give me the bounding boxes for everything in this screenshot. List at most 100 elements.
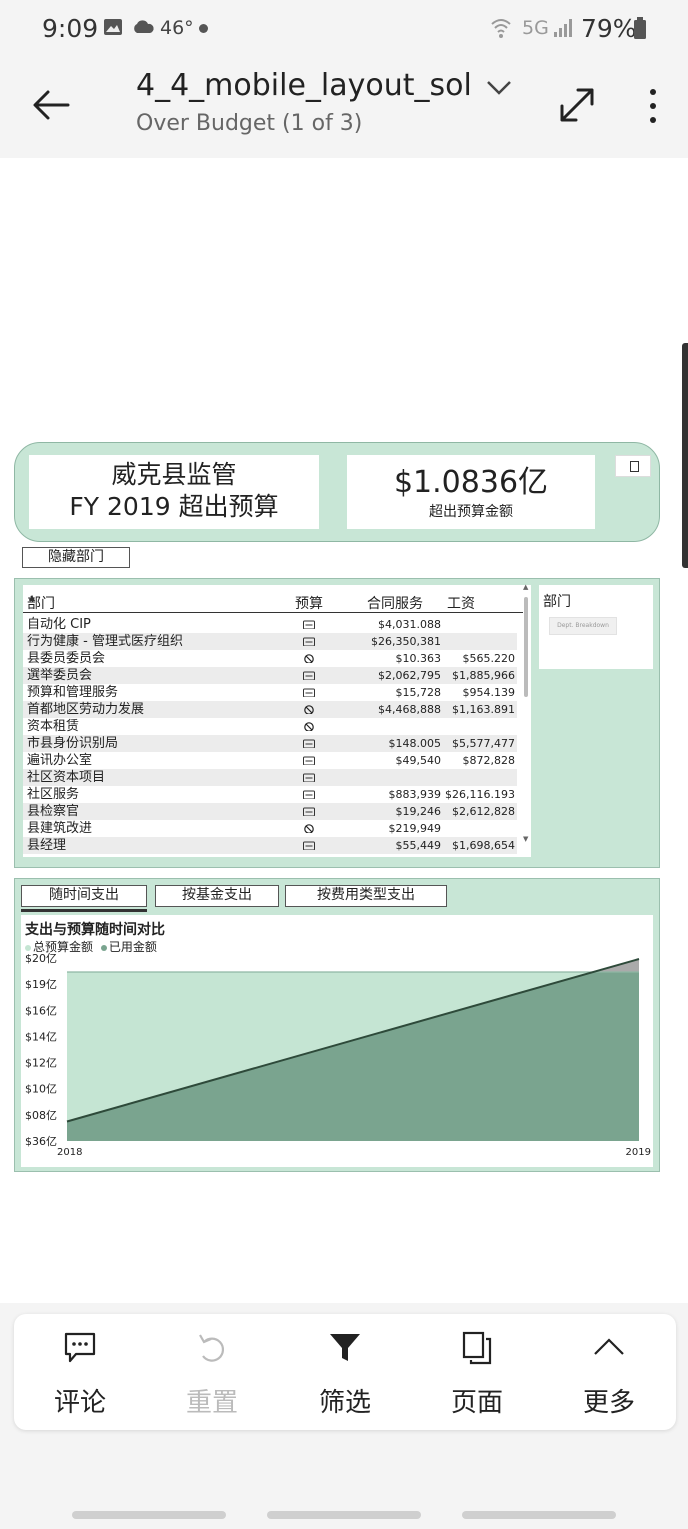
cell-salary: $2,612,828 — [452, 805, 515, 818]
cell-contract-services: $15,728 — [395, 686, 442, 699]
scroll-thumb[interactable] — [524, 597, 528, 697]
reset-button[interactable]: 重置 — [146, 1314, 278, 1430]
pages-button[interactable]: 页面 — [411, 1314, 543, 1430]
y-tick-label: $19亿 — [25, 978, 57, 991]
column-header-budget[interactable]: 预算 — [295, 593, 323, 613]
area-chart[interactable]: $36亿 $08亿 $10亿 $12亿 $14亿 $16亿 $19亿 $20亿 2018 2019… — [21, 915, 653, 1167]
card-icon — [303, 620, 315, 629]
screen: 9:09 46° 5G 79% 4_4_mobile_layout_sol...… — [0, 0, 688, 1529]
legend-swatch-budget — [25, 944, 31, 951]
scroll-down-icon[interactable]: ▼ — [523, 835, 528, 843]
table-row[interactable]: 遍讯办公室 $49,540 $872,828 — [23, 752, 517, 769]
table-row[interactable]: 县经理 $55,449 $1,698,654 — [23, 837, 517, 854]
table-row[interactable]: 县检察官 $19,246 $2,612,828 — [23, 803, 517, 820]
table-row[interactable]: 预算和管理服务 $15,728 $954.139 — [23, 684, 517, 701]
filter-button[interactable]: 筛选 — [279, 1314, 411, 1430]
no-entry-icon — [304, 722, 314, 731]
table-row[interactable]: 行为健康 - 管理式医疗组织 $26,350,381 — [23, 633, 517, 650]
cell-dept: 县委员委员会 — [27, 651, 106, 666]
chevron-down-icon[interactable] — [484, 76, 514, 98]
table-row[interactable]: 首都地区劳动力发展 $4,468,888 $1,163.891 — [23, 701, 517, 718]
cell-contract-services: $4,468,888 — [378, 703, 441, 716]
table-body: 自动化 CIP $4,031.088 行为健康 - 管理式医疗组织 $26,350,3… — [23, 616, 517, 854]
cell-dept: 市县身份识别局 — [27, 736, 119, 751]
cell-dept: 县经理 — [27, 838, 67, 853]
table-row[interactable]: 社区资本项目 — [23, 769, 517, 786]
cell-contract-services: $49,540 — [395, 754, 442, 767]
column-header-services[interactable]: 合同服务 — [367, 593, 423, 613]
expand-icon[interactable] — [554, 82, 600, 128]
report-page: 威克县监管 FY 2019 超出预算 $1.0836亿 超出预算金额 隐藏部门 … — [14, 442, 660, 1174]
department-table[interactable]: 部门 预算 合同服务 工资 ▲ 自动化 CIP $4,031.088 行为健康 - … — [23, 585, 531, 857]
card-icon — [303, 807, 315, 816]
department-slicer: 部门 Dept. Breakdown — [539, 585, 653, 669]
tab-spend-by-expense-type[interactable]: 按费用类型支出 — [285, 885, 447, 907]
comment-label: 评论 — [53, 1388, 106, 1418]
table-row[interactable]: 县建筑改进 $219,949 — [23, 820, 517, 837]
table-row[interactable]: 自动化 CIP $4,031.088 — [23, 616, 517, 633]
cell-contract-services: $55,449 — [395, 839, 442, 852]
cell-contract-services: $19,246 — [395, 805, 442, 818]
card-icon — [303, 773, 315, 782]
cell-dept: 社区资本项目 — [27, 770, 106, 785]
no-entry-icon — [304, 654, 314, 663]
cell-salary: $954.139 — [462, 686, 516, 699]
comment-icon — [64, 1332, 96, 1363]
pages-icon — [462, 1331, 492, 1365]
legend-label-spent: 已用金额 — [108, 940, 157, 954]
report-heading: 威克县监管 FY 2019 超出预算 — [29, 455, 319, 529]
status-temperature: 46° — [160, 17, 194, 39]
canvas-scroll-indicator — [682, 343, 688, 568]
table-row[interactable]: 资本租赁 — [23, 718, 517, 735]
nav-pill-right[interactable] — [462, 1511, 616, 1519]
y-tick-label: $14亿 — [25, 1030, 57, 1043]
y-tick-label: $10亿 — [25, 1083, 57, 1096]
active-tab-indicator — [21, 909, 147, 912]
sort-ascending-icon: ▲ — [29, 593, 36, 602]
table-row[interactable]: 選举委员会 $2,062,795 $1,885,966 — [23, 667, 517, 684]
app-bar: 4_4_mobile_layout_sol... Over Budget (1 … — [0, 58, 688, 158]
kpi-card[interactable]: $1.0836亿 超出预算金额 — [347, 455, 595, 529]
cell-salary: $1,163.891 — [452, 703, 515, 716]
more-options-button[interactable]: 更多 — [543, 1314, 675, 1430]
back-arrow-icon[interactable] — [28, 82, 74, 128]
report-title[interactable]: 4_4_mobile_layout_sol... — [136, 68, 471, 103]
legend-swatch-spent — [100, 944, 107, 951]
cell-dept: 遍讯办公室 — [27, 753, 93, 768]
table-row[interactable]: 市县身份识别局 $148.005 $5,577,477 — [23, 735, 517, 752]
signal-icon — [554, 19, 572, 37]
status-bar: 9:09 46° 5G 79% — [0, 0, 688, 58]
table-row[interactable]: 县委员委员会 $10.363 $565.220 — [23, 650, 517, 667]
cell-dept: 行为健康 - 管理式医疗组织 — [27, 634, 183, 649]
nav-pill-left[interactable] — [72, 1511, 226, 1519]
tab-spend-over-time[interactable]: 随时间支出 — [21, 885, 147, 907]
x-tick-label: 2019 — [626, 1147, 651, 1158]
y-tick-label: $16亿 — [25, 1004, 57, 1017]
card-icon — [303, 671, 315, 680]
pages-label: 页面 — [450, 1388, 503, 1418]
hide-departments-button[interactable]: 隐藏部门 — [22, 547, 130, 568]
scroll-up-icon[interactable]: ▲ — [523, 583, 528, 591]
table-scrollbar[interactable]: ▲ ▼ — [523, 583, 529, 843]
page-subtitle: Over Budget (1 of 3) — [136, 111, 363, 136]
cell-contract-services: $219,949 — [388, 822, 442, 835]
nav-pill-center[interactable] — [267, 1511, 421, 1519]
cell-contract-services: $4,031.088 — [378, 618, 441, 631]
more-vertical-icon[interactable] — [638, 84, 668, 130]
card-icon — [303, 756, 315, 765]
column-header-salary[interactable]: 工资 — [447, 593, 475, 613]
card-icon — [303, 637, 315, 646]
y-tick-label: $36亿 — [25, 1135, 57, 1148]
chart-legend: 总预算金额 已用金额 — [25, 938, 157, 955]
cell-salary: $26,116.193 — [445, 788, 515, 801]
y-tick-label: $08亿 — [25, 1109, 57, 1122]
cell-contract-services: $883,939 — [388, 788, 442, 801]
comment-button[interactable]: 评论 — [14, 1314, 146, 1430]
legend-label-budget: 总预算金额 — [33, 940, 94, 954]
cell-salary: $1,698,654 — [452, 839, 515, 852]
slicer-option[interactable]: Dept. Breakdown — [549, 617, 617, 635]
card-icon — [303, 739, 315, 748]
tab-spend-by-fund[interactable]: 按基金支出 — [155, 885, 279, 907]
table-row[interactable]: 社区服务 $883,939 $26,116.193 — [23, 786, 517, 803]
focus-mode-icon[interactable] — [615, 455, 651, 477]
